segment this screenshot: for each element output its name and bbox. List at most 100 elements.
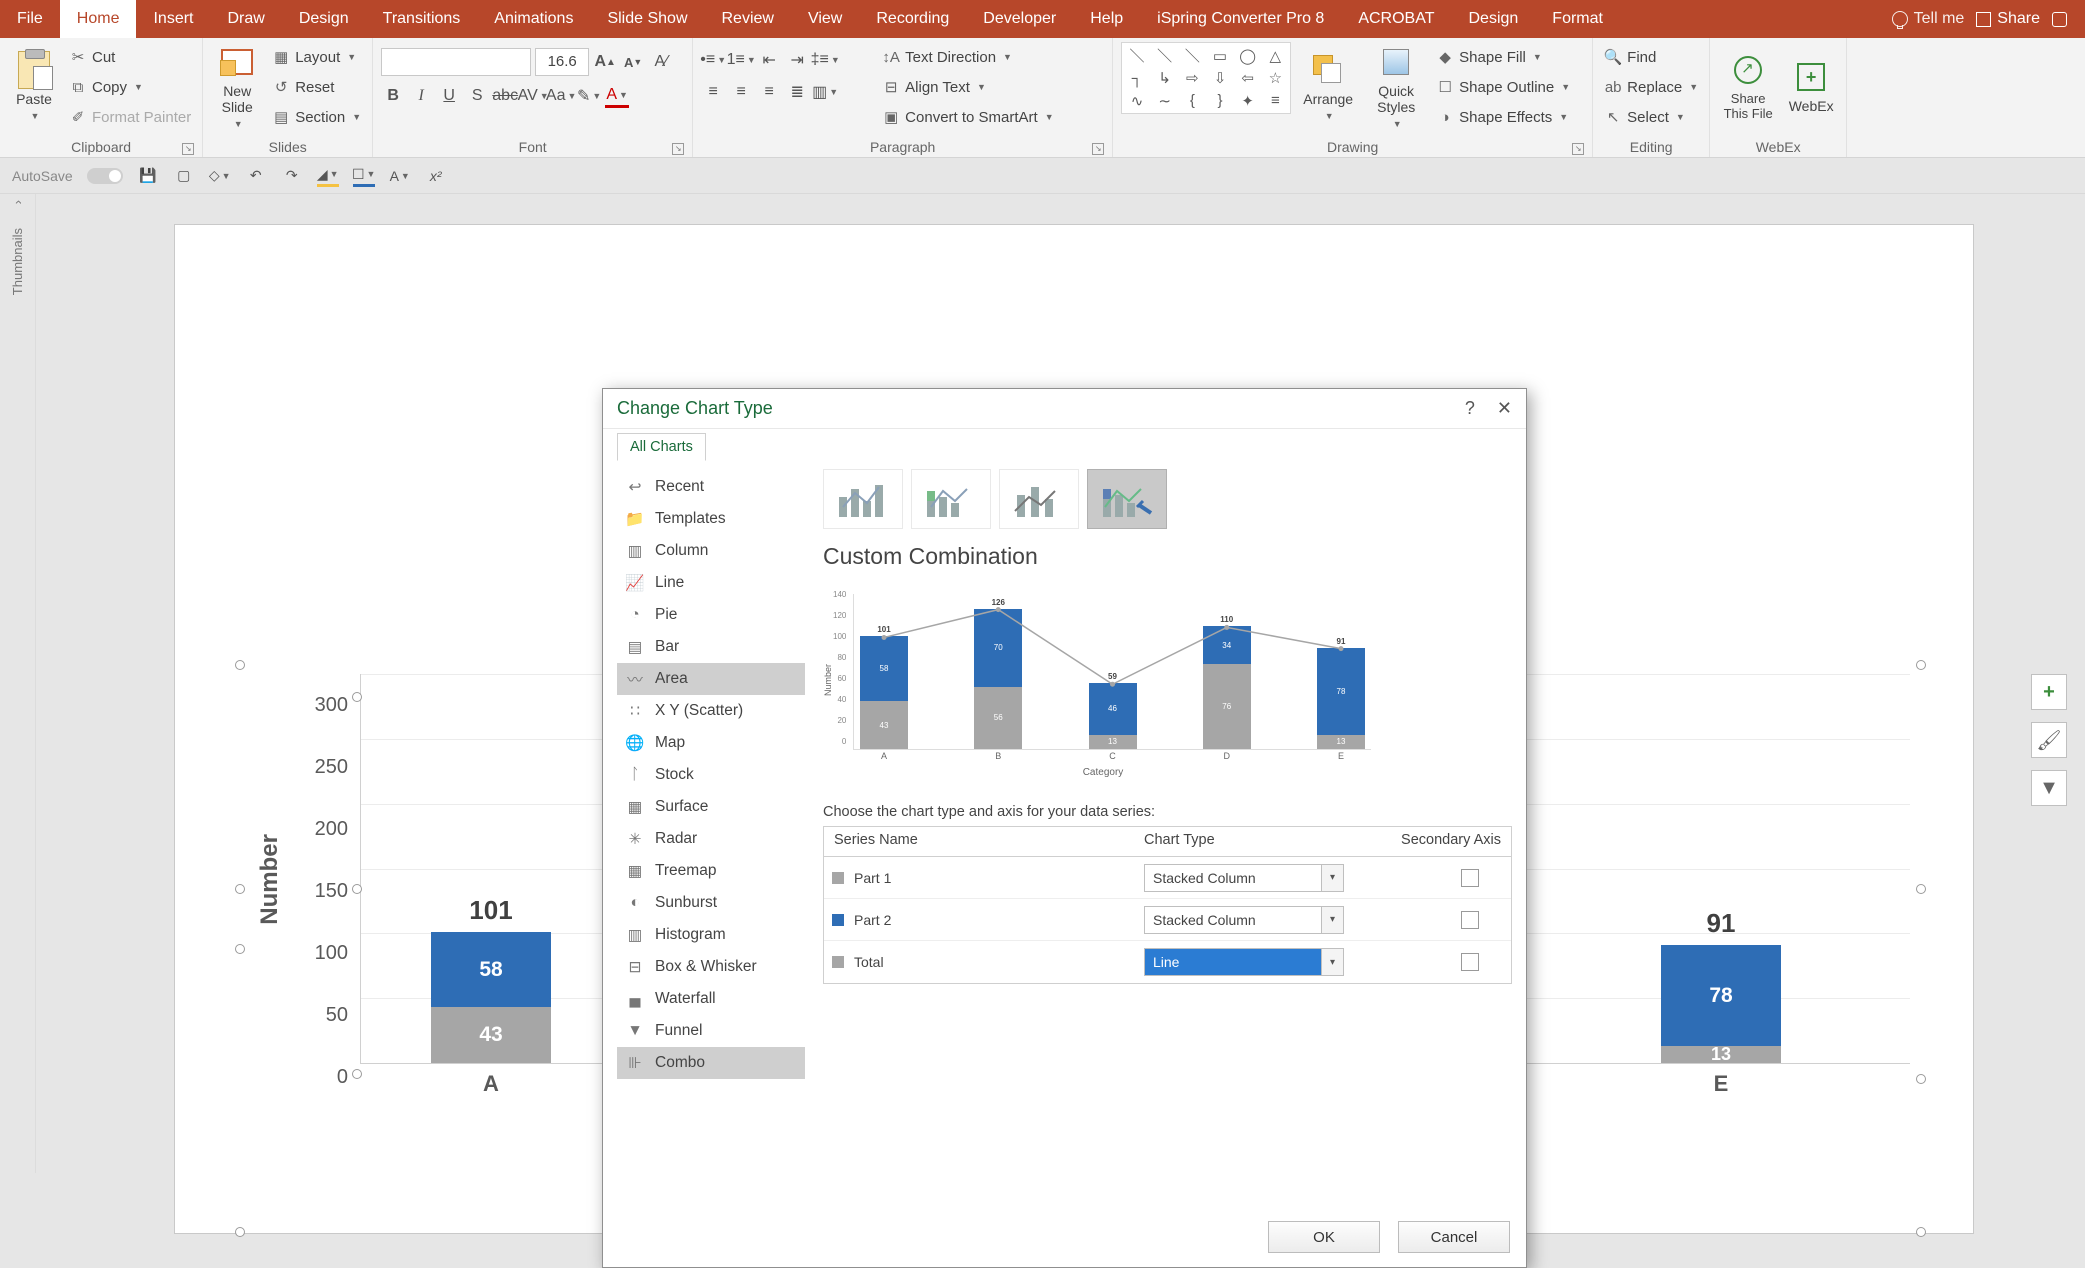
chart-type-histogram[interactable]: ▥Histogram bbox=[617, 919, 805, 951]
selection-handle[interactable] bbox=[1916, 660, 1926, 670]
font-launcher[interactable]: ↘ bbox=[672, 143, 684, 155]
shapes-gallery[interactable]: ＼＼＼▭◯△ ┐↳⇨⇩⇦☆ ∿∼{}✦≡ bbox=[1121, 42, 1291, 114]
char-spacing-button[interactable]: AV▼ bbox=[521, 84, 545, 108]
convert-smartart-button[interactable]: ▣Convert to SmartArt▼ bbox=[879, 104, 1056, 130]
share-button-top[interactable]: Share bbox=[1976, 10, 2040, 28]
combo-subtype-custom[interactable] bbox=[1087, 469, 1167, 529]
tell-me[interactable]: Tell me bbox=[1892, 10, 1965, 28]
selection-handle[interactable] bbox=[352, 884, 362, 894]
selection-handle[interactable] bbox=[352, 1069, 362, 1079]
shadow-button[interactable]: S bbox=[465, 84, 489, 108]
dialog-close-button[interactable]: ✕ bbox=[1497, 398, 1512, 419]
paragraph-launcher[interactable]: ↘ bbox=[1092, 143, 1104, 155]
qat-outline[interactable]: ☐▼ bbox=[353, 165, 375, 187]
layout-button[interactable]: ▦Layout▼ bbox=[269, 44, 364, 70]
shape-outline-button[interactable]: ☐Shape Outline▼ bbox=[1433, 74, 1573, 100]
new-slide-button[interactable]: New Slide▼ bbox=[211, 42, 263, 132]
chart-type-x-y-scatter-[interactable]: ∷X Y (Scatter) bbox=[617, 695, 805, 727]
undo-button[interactable]: ↶ bbox=[245, 165, 267, 187]
thumbnails-pane[interactable]: › Thumbnails bbox=[0, 194, 36, 1173]
selection-handle[interactable] bbox=[235, 884, 245, 894]
font-family-combo[interactable] bbox=[381, 48, 531, 76]
chart-type-stock[interactable]: ᛚStock bbox=[617, 759, 805, 791]
series-chart-type-dropdown[interactable]: Stacked Column▾ bbox=[1144, 864, 1344, 892]
reset-button[interactable]: ↺Reset bbox=[269, 74, 364, 100]
chart-type-surface[interactable]: ▦Surface bbox=[617, 791, 805, 823]
tab-slideshow[interactable]: Slide Show bbox=[590, 0, 704, 38]
arrange-button[interactable]: Arrange▼ bbox=[1297, 42, 1359, 132]
bullets-button[interactable]: •≡▼ bbox=[701, 48, 725, 72]
font-color-button[interactable]: A▼ bbox=[605, 84, 629, 108]
copy-button[interactable]: ⧉Copy▼ bbox=[66, 74, 194, 100]
clear-format-button[interactable]: A⁄ bbox=[649, 50, 673, 74]
secondary-axis-checkbox[interactable] bbox=[1461, 953, 1479, 971]
qat-btn2[interactable]: ▢ bbox=[173, 165, 195, 187]
tab-review[interactable]: Review bbox=[705, 0, 791, 38]
tab-design[interactable]: Design bbox=[282, 0, 366, 38]
chart-funnel-button[interactable]: ▼ bbox=[2031, 770, 2067, 806]
qat-superscript[interactable]: x² bbox=[425, 165, 447, 187]
indent-inc-button[interactable]: ⇥ bbox=[785, 48, 809, 72]
combo-subtype-1[interactable] bbox=[823, 469, 903, 529]
share-this-file-button[interactable]: Share This File bbox=[1718, 42, 1778, 132]
chart-type-area[interactable]: 〰Area bbox=[617, 663, 805, 695]
selection-handle[interactable] bbox=[235, 660, 245, 670]
dialog-titlebar[interactable]: Change Chart Type ? ✕ bbox=[603, 389, 1526, 429]
chart-brush-button[interactable]: 🖌 bbox=[2031, 722, 2067, 758]
underline-button[interactable]: U bbox=[437, 84, 461, 108]
combo-subtype-2[interactable] bbox=[911, 469, 991, 529]
align-right-button[interactable]: ≡ bbox=[757, 80, 781, 104]
save-button[interactable]: 💾 bbox=[137, 165, 159, 187]
shape-fill-button[interactable]: ◆Shape Fill▼ bbox=[1433, 44, 1573, 70]
chart-type-column[interactable]: ▥Column bbox=[617, 535, 805, 567]
chart-type-line[interactable]: 📈Line bbox=[617, 567, 805, 599]
tab-draw[interactable]: Draw bbox=[210, 0, 281, 38]
replace-button[interactable]: abReplace▼ bbox=[1601, 74, 1701, 100]
dialog-tab-all-charts[interactable]: All Charts bbox=[617, 433, 706, 461]
tab-file[interactable]: File bbox=[0, 0, 60, 38]
chart-bar-e[interactable]: 91 78 13 E bbox=[1661, 945, 1781, 1063]
chart-type-bar[interactable]: ▤Bar bbox=[617, 631, 805, 663]
tab-developer[interactable]: Developer bbox=[966, 0, 1073, 38]
clipboard-launcher[interactable]: ↘ bbox=[182, 143, 194, 155]
select-button[interactable]: ↖Select▼ bbox=[1601, 104, 1701, 130]
qat-fontcolor[interactable]: A▼ bbox=[389, 165, 411, 187]
find-button[interactable]: 🔍Find bbox=[1601, 44, 1701, 70]
change-case-button[interactable]: Aa▼ bbox=[549, 84, 573, 108]
selection-handle[interactable] bbox=[352, 692, 362, 702]
selection-handle[interactable] bbox=[1916, 1074, 1926, 1084]
dialog-cancel-button[interactable]: Cancel bbox=[1398, 1221, 1510, 1253]
autosave-toggle[interactable] bbox=[87, 168, 123, 184]
quick-styles-button[interactable]: Quick Styles▼ bbox=[1365, 42, 1427, 132]
section-button[interactable]: ▤Section▼ bbox=[269, 104, 364, 130]
tab-recording[interactable]: Recording bbox=[859, 0, 966, 38]
italic-button[interactable]: I bbox=[409, 84, 433, 108]
secondary-axis-checkbox[interactable] bbox=[1461, 869, 1479, 887]
chart-type-combo[interactable]: ⊪Combo bbox=[617, 1047, 805, 1079]
numbering-button[interactable]: 1≡▼ bbox=[729, 48, 753, 72]
highlight-button[interactable]: ✎▼ bbox=[577, 84, 601, 108]
chart-type-map[interactable]: 🌐Map bbox=[617, 727, 805, 759]
justify-button[interactable]: ≣ bbox=[785, 80, 809, 104]
series-chart-type-dropdown[interactable]: Stacked Column▾ bbox=[1144, 906, 1344, 934]
drawing-launcher[interactable]: ↘ bbox=[1572, 143, 1584, 155]
chart-type-templates[interactable]: 📁Templates bbox=[617, 503, 805, 535]
chart-type-waterfall[interactable]: ▄Waterfall bbox=[617, 983, 805, 1015]
combo-subtype-3[interactable] bbox=[999, 469, 1079, 529]
chart-type-box-whisker[interactable]: ⊟Box & Whisker bbox=[617, 951, 805, 983]
chart-type-treemap[interactable]: ▦Treemap bbox=[617, 855, 805, 887]
tab-ispring[interactable]: iSpring Converter Pro 8 bbox=[1140, 0, 1341, 38]
shape-effects-button[interactable]: ◑Shape Effects▼ bbox=[1433, 104, 1573, 130]
text-direction-button[interactable]: ↕AText Direction▼ bbox=[879, 44, 1056, 70]
tab-help[interactable]: Help bbox=[1073, 0, 1140, 38]
chart-type-pie[interactable]: ◔Pie bbox=[617, 599, 805, 631]
chart-bar-a[interactable]: 101 58 43 A bbox=[431, 932, 551, 1063]
line-spacing-button[interactable]: ‡≡▼ bbox=[813, 48, 837, 72]
chart-plus-button[interactable]: + bbox=[2031, 674, 2067, 710]
redo-button[interactable]: ↷ bbox=[281, 165, 303, 187]
series-chart-type-dropdown[interactable]: Line▾ bbox=[1144, 948, 1344, 976]
qat-btn3[interactable]: ◇▼ bbox=[209, 165, 231, 187]
dialog-help-button[interactable]: ? bbox=[1465, 398, 1475, 419]
selection-handle[interactable] bbox=[1916, 884, 1926, 894]
chart-type-radar[interactable]: ✳Radar bbox=[617, 823, 805, 855]
